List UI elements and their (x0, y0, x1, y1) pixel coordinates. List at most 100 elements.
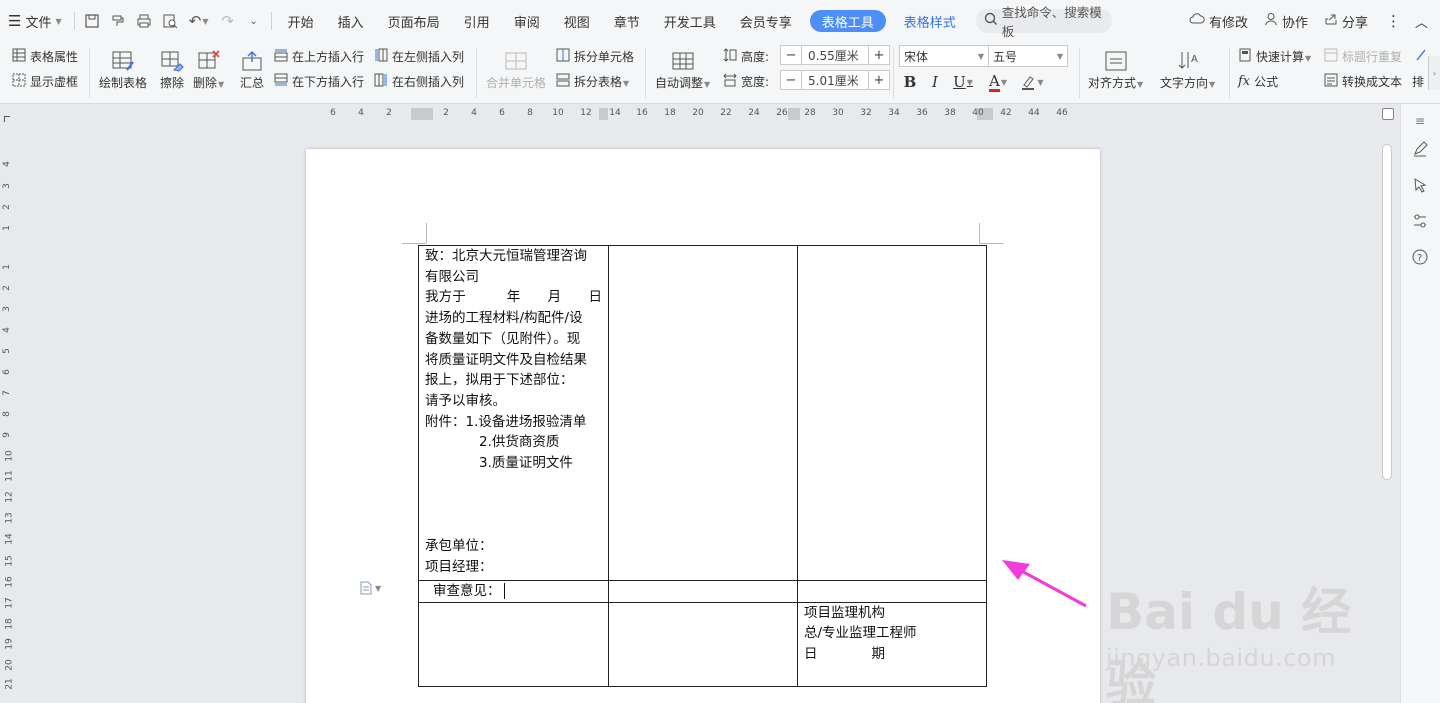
sort-button-partial[interactable]: 排 (1412, 73, 1424, 90)
ruler-tick-label: 18 (664, 108, 676, 118)
print-icon[interactable] (131, 8, 157, 34)
paragraph-options-icon[interactable]: ▼ (360, 581, 381, 595)
more-options-icon[interactable]: ⋮ (1376, 12, 1411, 30)
italic-icon[interactable]: I (924, 71, 946, 93)
split-view-icon[interactable] (1382, 108, 1394, 120)
text-line: 项目监理机构 (804, 604, 885, 621)
table-properties-button[interactable]: 表格属性 (12, 48, 78, 65)
bold-icon[interactable]: B (899, 71, 921, 93)
height-increase-button[interactable]: + (869, 46, 889, 64)
font-name-select[interactable]: 宋体 ▼ (899, 45, 989, 67)
insert-col-left-button[interactable]: 在左侧插入列 (374, 48, 464, 65)
supervisor-cell[interactable]: 项目监理机构 总/专业监理工程师日 期 (797, 601, 987, 687)
tab-developer[interactable]: 开发工具 (652, 7, 728, 35)
ruler-column-marker[interactable] (599, 108, 608, 120)
summary-button[interactable]: 汇总 (238, 46, 266, 91)
collaborate-button[interactable]: 协作 (1256, 12, 1316, 31)
table-cell[interactable] (608, 601, 798, 687)
text-direction-icon: A (1174, 48, 1202, 74)
ruler-tick-label: 11 (4, 470, 15, 482)
split-table-button[interactable]: 拆分表格▼ (556, 73, 629, 90)
tab-chapter[interactable]: 章节 (602, 7, 652, 35)
table-cell[interactable] (797, 580, 987, 603)
highlight-icon[interactable]: ▼ (1018, 71, 1046, 93)
eraser-button[interactable]: 擦除 (158, 46, 186, 91)
convert-to-text-button[interactable]: 转换成文本 (1324, 73, 1402, 90)
width-stepper[interactable]: − 5.01厘米 + (780, 70, 890, 90)
tab-review[interactable]: 审阅 (502, 7, 552, 35)
insert-row-above-button[interactable]: 在上方插入行 (274, 48, 364, 65)
collapse-ribbon-icon[interactable]: ︿ (1411, 12, 1440, 31)
width-decrease-button[interactable]: − (781, 71, 801, 89)
customize-toolbar-icon[interactable]: ⌄ (241, 8, 267, 34)
repeat-title-icon (1324, 48, 1338, 65)
horizontal-ruler[interactable]: 6 4 2 2 4 6 8 10 12 14 16 18 20 22 24 26 28 30 32 34 36 38 40 4… (0, 104, 1372, 122)
sort-icon[interactable] (1414, 48, 1428, 62)
document-page[interactable]: 致：北京大元恒瑞管理咨询 有限公司 我方于 年 月 日进场的工程材料/构配件/设 备数… (306, 149, 1100, 703)
inspection-form-table[interactable]: 致：北京大元恒瑞管理咨询 有限公司 我方于 年 月 日进场的工程材料/构配件/设 备数… (418, 245, 987, 687)
share-button[interactable]: 分享 (1316, 12, 1376, 31)
edit-pen-icon[interactable] (1409, 138, 1431, 160)
gridlines-icon (12, 73, 26, 90)
tab-references[interactable]: 引用 (452, 7, 502, 35)
unsaved-status[interactable]: 有修改 (1181, 12, 1256, 31)
ribbon: 表格属性 显示虚框 绘制表格 擦除 删除▼ 汇总 在上方插入行 在下方插入行 在… (0, 42, 1440, 104)
collapse-panel-icon[interactable]: ≡ (1409, 110, 1431, 132)
formula-button[interactable]: fx 公式 (1238, 73, 1278, 90)
split-cells-button[interactable]: 拆分单元格 (556, 48, 634, 65)
table-cell[interactable] (608, 245, 798, 581)
tab-page-layout[interactable]: 页面布局 (376, 7, 452, 35)
table-cell[interactable] (608, 580, 798, 603)
print-preview-icon[interactable] (157, 8, 183, 34)
review-cell[interactable]: 审查意见： (418, 580, 609, 603)
text-line: 请予以审核。 (425, 392, 506, 409)
save-icon[interactable] (79, 8, 105, 34)
ruler-column-marker[interactable] (788, 108, 800, 120)
width-increase-button[interactable]: + (869, 71, 889, 89)
underline-icon[interactable]: U ▼ (949, 71, 977, 93)
tab-view[interactable]: 视图 (552, 7, 602, 35)
quick-calc-button[interactable]: 快速计算▼ (1238, 48, 1311, 65)
vertical-ruler[interactable]: 4 3 2 1 1 2 3 4 5 6 7 8 9 10 11 12 13 14 15 16 17 18 19 20 21 (0, 122, 18, 703)
insert-row-below-button[interactable]: 在下方插入行 (274, 73, 364, 90)
format-painter-icon[interactable] (105, 8, 131, 34)
text-direction-button[interactable]: A 文字方向▼ (1160, 46, 1215, 91)
table-cell[interactable] (418, 601, 609, 687)
ruler-margin-marker[interactable] (411, 108, 433, 120)
tab-member[interactable]: 会员专享 (728, 7, 804, 35)
font-color-icon[interactable]: A ▼ (984, 71, 1012, 93)
ruler-tick-label: 36 (916, 108, 928, 118)
align-button[interactable]: 对齐方式▼ (1088, 46, 1143, 91)
insert-col-right-button[interactable]: 在右侧插入列 (374, 73, 464, 90)
annotation-arrow-icon (1002, 560, 1087, 608)
font-size-select[interactable]: 五号 ▼ (988, 45, 1068, 67)
repeat-title-row-button[interactable]: 标题行重复 (1324, 48, 1402, 65)
redo-icon[interactable]: ↷ (215, 8, 241, 34)
delete-button[interactable]: 删除▼ (193, 46, 224, 91)
scrollbar-thumb[interactable] (1382, 144, 1392, 480)
merge-cells-button[interactable]: 合并单元格 (486, 46, 546, 91)
settings-sliders-icon[interactable] (1409, 210, 1431, 232)
height-decrease-button[interactable]: − (781, 46, 801, 64)
select-cursor-icon[interactable] (1409, 174, 1431, 196)
command-search[interactable]: 查找命令、搜索模板 (975, 5, 1112, 39)
width-value[interactable]: 5.01厘米 (801, 71, 869, 89)
help-icon[interactable]: ? (1409, 246, 1431, 268)
tab-home[interactable]: 开始 (276, 7, 326, 35)
undo-icon[interactable]: ↶ ▼ (183, 8, 215, 34)
application-cell[interactable]: 致：北京大元恒瑞管理咨询 有限公司 我方于 年 月 日进场的工程材料/构配件/设 备数… (418, 245, 609, 581)
file-menu[interactable]: ☰ 文件 ▼ (0, 7, 70, 35)
vertical-scrollbar[interactable] (1380, 140, 1394, 703)
ruler-tick-label: 32 (860, 108, 872, 118)
tab-insert[interactable]: 插入 (326, 7, 376, 35)
show-gridlines-button[interactable]: 显示虚框 (12, 73, 78, 90)
table-row: 致：北京大元恒瑞管理咨询 有限公司 我方于 年 月 日进场的工程材料/构配件/设 备数… (418, 245, 987, 581)
ribbon-scroll-button[interactable]: › (1428, 56, 1440, 90)
height-value[interactable]: 0.55厘米 (801, 46, 869, 64)
tab-table-style[interactable]: 表格样式 (892, 7, 968, 35)
tab-table-tools[interactable]: 表格工具 (809, 10, 886, 32)
table-cell[interactable] (797, 245, 987, 581)
draw-table-button[interactable]: 绘制表格 (99, 46, 147, 91)
height-stepper[interactable]: − 0.55厘米 + (780, 45, 890, 65)
auto-fit-button[interactable]: 自动调整▼ (655, 46, 710, 91)
